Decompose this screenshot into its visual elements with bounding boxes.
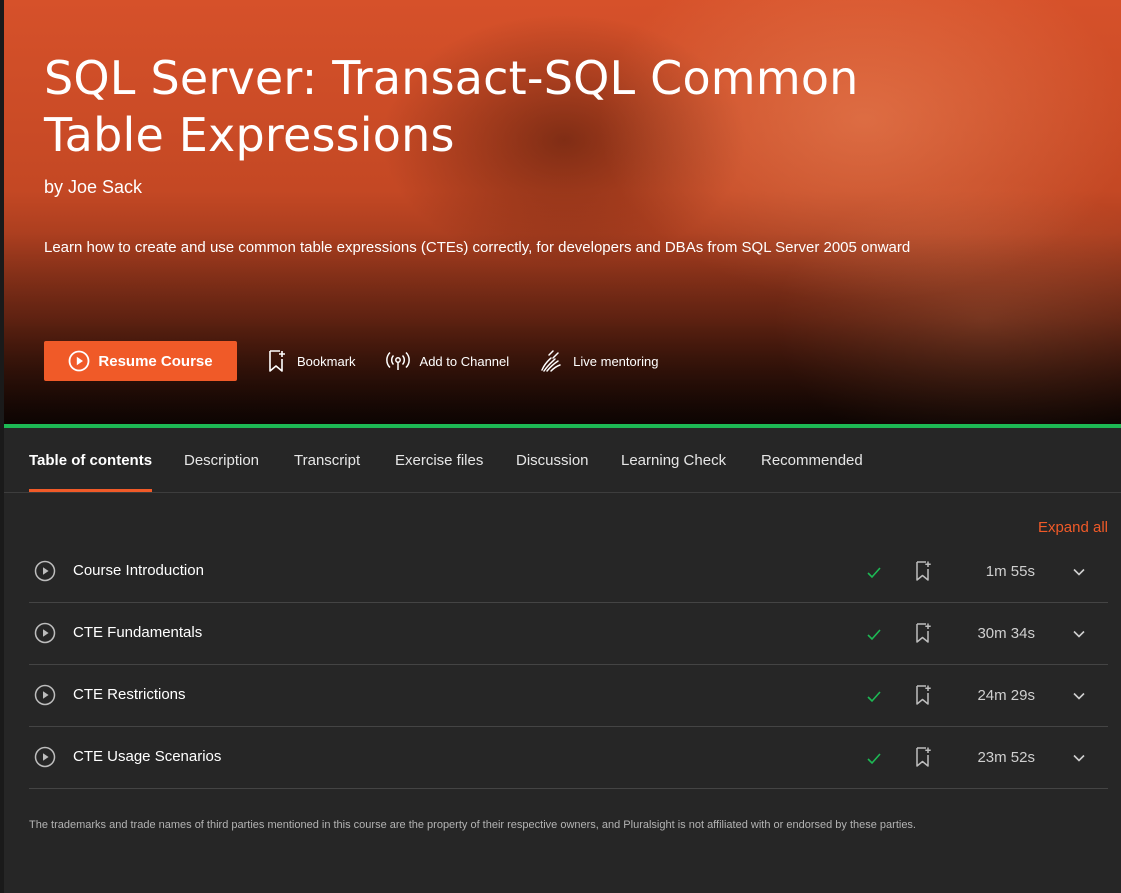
course-title: SQL Server: Transact-SQL Common Table Ex… [44, 51, 859, 162]
tab-description[interactable]: Description [184, 428, 259, 492]
play-circle-icon[interactable] [34, 560, 56, 582]
play-circle-icon[interactable] [34, 746, 56, 768]
course-description: Learn how to create and use common table… [44, 239, 911, 256]
bookmark-label: Bookmark [297, 353, 356, 369]
course-author: by Joe Sack [44, 177, 143, 197]
play-circle-icon[interactable] [34, 684, 56, 706]
bookmark-icon [267, 349, 287, 373]
expand-all-link[interactable]: Expand all [1038, 519, 1108, 536]
tab-learning-check[interactable]: Learning Check [621, 428, 726, 492]
module-row[interactable]: CTE Fundamentals 30m 34s [29, 603, 1108, 665]
resume-course-label: Resume Course [98, 352, 213, 370]
live-mentoring-label: Live mentoring [573, 353, 659, 369]
check-icon [865, 563, 883, 581]
course-hero: SQL Server: Transact-SQL Common Table Ex… [4, 0, 1121, 424]
resume-course-button[interactable]: Resume Course [44, 341, 237, 381]
module-duration: 24m 29s [977, 687, 1035, 704]
course-actions: Resume Course Bookmark Add to Channel Li… [44, 341, 658, 381]
add-to-channel-label: Add to Channel [419, 353, 510, 369]
bookmark-button[interactable]: Bookmark [267, 349, 356, 373]
add-to-channel-button[interactable]: Add to Channel [385, 350, 510, 372]
play-circle-icon[interactable] [34, 622, 56, 644]
tab-discussion[interactable]: Discussion [516, 428, 589, 492]
tab-transcript[interactable]: Transcript [294, 428, 360, 492]
play-circle-icon [68, 350, 90, 372]
tab-recommended[interactable]: Recommended [761, 428, 863, 492]
broadcast-icon [385, 350, 410, 372]
table-of-contents: Course Introduction 1m 55s CTE Fundament… [29, 541, 1108, 789]
chevron-down-icon[interactable] [1072, 627, 1086, 641]
trademark-disclaimer: The trademarks and trade names of third … [29, 819, 916, 831]
course-tabs: Table of contents Description Transcript… [4, 428, 1121, 493]
module-title[interactable]: CTE Restrictions [73, 686, 186, 703]
module-duration: 1m 55s [985, 563, 1035, 580]
bookmark-plus-icon[interactable] [914, 684, 934, 706]
module-row[interactable]: CTE Usage Scenarios 23m 52s [29, 727, 1108, 789]
bookmark-plus-icon[interactable] [914, 560, 934, 582]
live-mentoring-button[interactable]: Live mentoring [539, 349, 658, 373]
chevron-down-icon[interactable] [1072, 565, 1086, 579]
chevron-down-icon[interactable] [1072, 689, 1086, 703]
tab-table-of-contents[interactable]: Table of contents [29, 428, 153, 492]
module-duration: 30m 34s [977, 625, 1035, 642]
bookmark-plus-icon[interactable] [914, 622, 934, 644]
module-title[interactable]: Course Introduction [73, 562, 204, 579]
module-row[interactable]: Course Introduction 1m 55s [29, 541, 1108, 603]
check-icon [865, 749, 883, 767]
check-icon [865, 687, 883, 705]
module-title[interactable]: CTE Fundamentals [73, 624, 202, 641]
module-title[interactable]: CTE Usage Scenarios [73, 748, 221, 765]
tab-exercise-files[interactable]: Exercise files [395, 428, 483, 492]
bookmark-plus-icon[interactable] [914, 746, 934, 768]
chevron-down-icon[interactable] [1072, 751, 1086, 765]
module-row[interactable]: CTE Restrictions 24m 29s [29, 665, 1108, 727]
module-duration: 23m 52s [977, 749, 1035, 766]
check-icon [865, 625, 883, 643]
mentoring-hand-icon [539, 349, 563, 373]
